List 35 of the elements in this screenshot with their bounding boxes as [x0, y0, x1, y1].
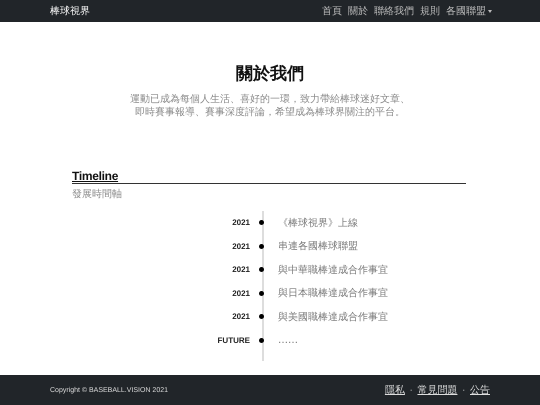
- timeline-year: 2021: [231, 312, 250, 322]
- nav-link[interactable]: 首頁: [322, 4, 342, 18]
- intro-text: 即時賽事報導、賽事深度評論，希望成為棒球界關注的平台。: [135, 106, 405, 119]
- brand-link[interactable]: 棒球視界: [50, 4, 90, 18]
- timeline-year: 2021: [231, 265, 250, 274]
- timeline-dot: [259, 244, 264, 249]
- nav-link[interactable]: 各國聯盟: [446, 4, 492, 18]
- timeline-dot: [259, 267, 264, 272]
- timeline-year: FUTURE: [216, 336, 250, 345]
- timeline-dot: [259, 290, 264, 296]
- section-title: Timeline: [72, 169, 120, 183]
- separator-text: ·: [462, 386, 465, 394]
- timeline-dot: [259, 220, 264, 226]
- timeline-dot: [259, 314, 264, 320]
- footer-link[interactable]: 常見問題: [417, 383, 458, 397]
- nav-link[interactable]: 聯絡我們: [374, 4, 414, 18]
- timeline-text: 串連各國棒球聯盟: [278, 240, 358, 254]
- caret-icon: [488, 10, 492, 12]
- timeline-dot: [259, 338, 264, 343]
- timeline-year: 2021: [231, 288, 250, 298]
- timeline-year: 2021: [231, 242, 250, 251]
- timeline-text: 與中華職棒達成合作事宜: [278, 264, 388, 277]
- separator-text: ·: [410, 386, 412, 394]
- timeline-text: 與美國職棒達成合作事宜: [278, 310, 388, 324]
- page-title: 關於我們: [236, 63, 304, 85]
- timeline-text: 與日本職棒達成合作事宜: [278, 286, 388, 300]
- footer-link[interactable]: 公告: [470, 383, 490, 397]
- timeline-year: 2021: [231, 218, 250, 228]
- intro-text: 運動已成為每個人生活、喜好的一環，致力帶給棒球迷好文章、: [130, 93, 410, 106]
- footer-link[interactable]: 隱私: [384, 383, 405, 397]
- section-subtitle: 發展時間軸: [72, 188, 123, 201]
- nav-link[interactable]: 關於: [348, 4, 368, 18]
- timeline-text: ……: [278, 334, 298, 346]
- nav-link[interactable]: 規則: [420, 4, 440, 18]
- timeline-text: 《棒球視界》上線: [278, 216, 358, 230]
